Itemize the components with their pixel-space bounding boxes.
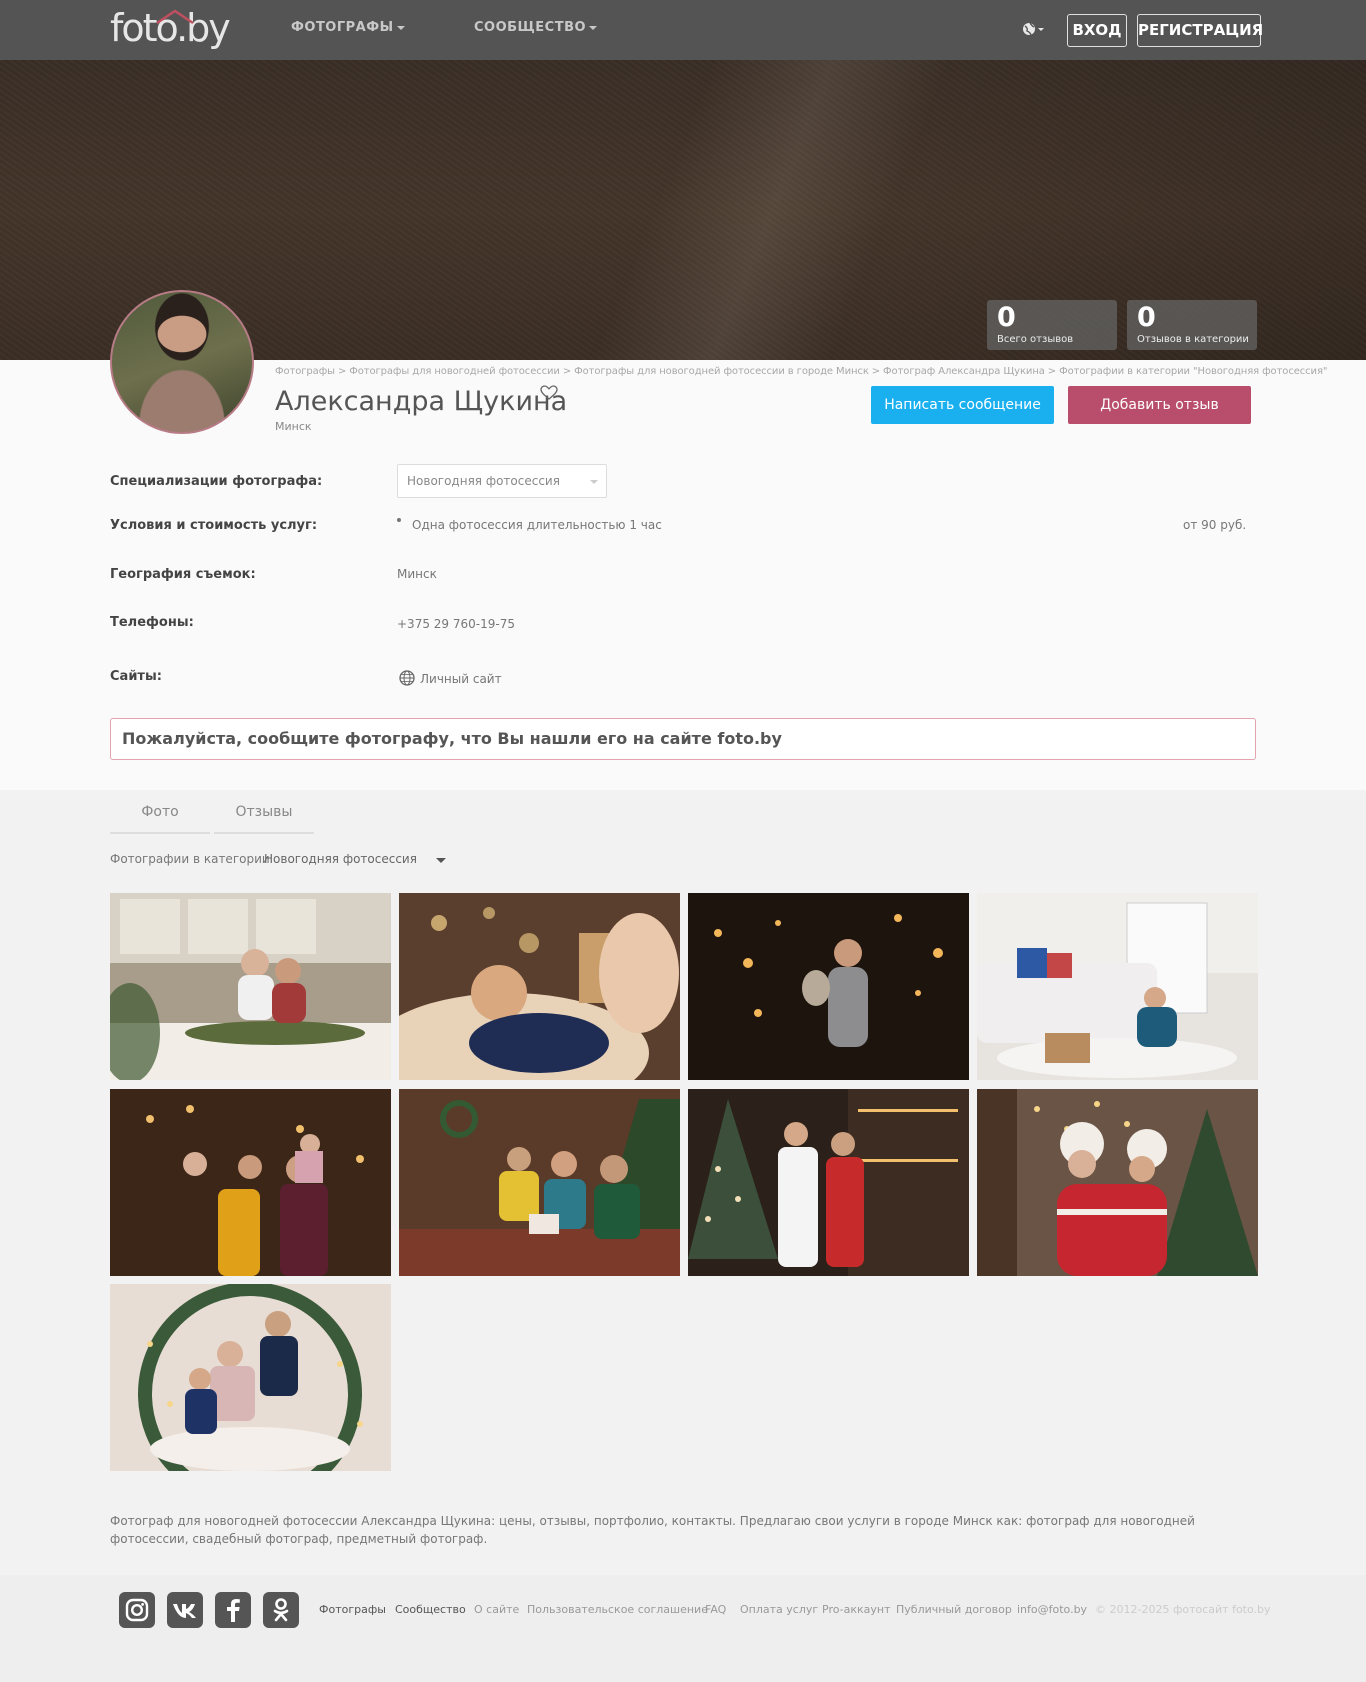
gallery-photo[interactable] [688,1089,969,1276]
sites-label: Сайты: [110,669,162,684]
gallery-photo[interactable] [110,1089,391,1276]
stat-label: Отзывов в категории [1137,334,1249,345]
geography-value: Минск [397,567,437,581]
category-filter-label: Фотографии в категории [110,852,270,866]
tab-reviews[interactable]: Отзывы [214,792,314,834]
top-navbar: foto.by ФОТОГРАФЫ СООБЩЕСТВО ВХОД РЕГИСТ… [0,0,1366,60]
facebook-icon[interactable] [215,1592,251,1628]
breadcrumb-item[interactable]: Фотограф Александра Щукина [883,366,1045,377]
seo-description: Фотограф для новогодней фотосессии Алекс… [110,1514,1195,1546]
conditions-label: Условия и стоимость услуг: [110,518,318,533]
chevron-down-icon [396,25,405,30]
nav-community[interactable]: СООБЩЕСТВО [474,20,598,36]
service-name: Одна фотосессия длительностью 1 час [412,518,662,532]
footer-link-terms[interactable]: Пользовательское соглашение [527,1603,708,1617]
globe-icon [399,670,415,686]
stat-value: 0 [1137,302,1156,333]
gallery-photo[interactable] [399,893,680,1080]
stat-value: 0 [997,302,1016,333]
footer-link-photographers[interactable]: Фотографы [319,1603,386,1617]
breadcrumb: Фотографы > Фотографы для новогодней фотос… [275,366,1327,378]
avatar [110,290,254,434]
gallery-photo[interactable] [688,893,969,1080]
photographer-name: Александра Щукина [275,386,568,417]
odnoklassniki-icon[interactable] [263,1592,299,1628]
gallery-photo[interactable] [110,893,391,1080]
gallery-photo[interactable] [977,893,1258,1080]
geography-label: География съемок: [110,567,256,582]
footer-link-pro[interactable]: Pro-аккаунт [822,1603,891,1617]
stat-total-reviews: 0 Всего отзывов [987,300,1117,350]
register-button[interactable]: РЕГИСТРАЦИЯ [1137,14,1263,47]
footer-link-contract[interactable]: Публичный договор [896,1603,1012,1617]
breadcrumb-item[interactable]: Фотографы для новогодней фотосессии в го… [574,366,869,377]
gallery-photo[interactable] [399,1089,680,1276]
breadcrumb-item[interactable]: Фотографы [275,366,335,377]
heart-icon[interactable] [540,384,558,402]
add-review-button[interactable]: Добавить отзыв [1068,386,1251,424]
footer-link-payment[interactable]: Оплата услуг [740,1603,818,1617]
footer [0,1575,1366,1682]
footer-link-community[interactable]: Сообщество [395,1603,466,1617]
footer-copyright: © 2012-2025 фотосайт foto.by [1095,1603,1271,1616]
footer-link-about[interactable]: О сайте [474,1603,519,1617]
spec-label: Специализации фотографа: [110,474,323,489]
stat-category-reviews: 0 Отзывов в категории [1127,300,1257,350]
tab-photos[interactable]: Фото [110,792,210,834]
specialization-select[interactable]: Новогодняя фотосессия [397,464,607,498]
chevron-down-icon [590,480,598,484]
footer-link-faq[interactable]: FAQ [705,1603,726,1617]
instagram-icon[interactable] [119,1592,155,1628]
breadcrumb-item[interactable]: Фотографы для новогодней фотосессии [349,366,560,377]
breadcrumb-separator: > [1047,366,1057,377]
language-selector[interactable] [1022,20,1048,38]
write-message-button[interactable]: Написать сообщение [871,386,1054,424]
nav-photographers[interactable]: ФОТОГРАФЫ [291,20,405,36]
gallery-photo[interactable] [977,1089,1258,1276]
breadcrumb-separator: > [871,366,881,377]
personal-site-link[interactable]: Личный сайт [420,672,502,687]
bullet-icon [397,518,401,522]
service-price: от 90 руб. [1183,518,1247,532]
globe-icon [1023,22,1044,36]
vk-icon[interactable] [167,1592,203,1628]
site-logo[interactable]: foto.by [110,6,231,50]
stat-label: Всего отзывов [997,334,1074,345]
photographer-city: Минск [275,420,312,433]
gallery-photo[interactable] [110,1284,391,1471]
breadcrumb-separator: > [337,366,347,377]
breadcrumb-separator: > [562,366,572,377]
notice-banner: Пожалуйста, сообщите фотографу, что Вы н… [110,718,1256,760]
footer-link-email[interactable]: info@foto.by [1017,1603,1087,1617]
login-button[interactable]: ВХОД [1067,14,1127,47]
chevron-down-icon [589,25,598,30]
phones-label: Телефоны: [110,615,194,630]
breadcrumb-item-current: Фотографии в категории "Новогодняя фотос… [1059,366,1328,377]
chevron-down-icon[interactable] [436,858,446,863]
category-filter-select[interactable]: Новогодняя фотосессия [264,852,417,867]
phone-value[interactable]: +375 29 760-19-75 [397,617,515,632]
logo-roof-icon [156,9,194,25]
